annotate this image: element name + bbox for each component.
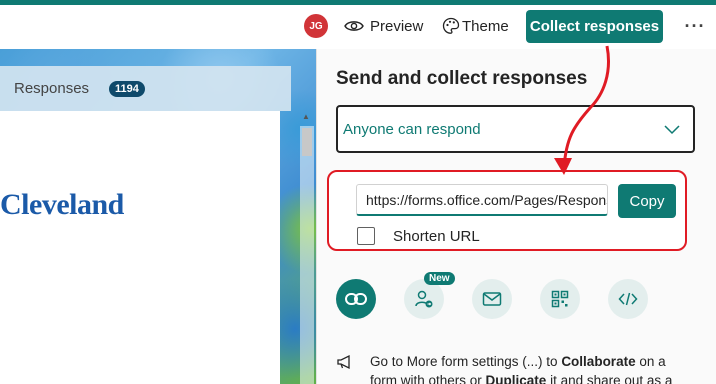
scroll-up-icon[interactable]: ▲: [302, 112, 310, 121]
share-collaborate-button[interactable]: [404, 279, 444, 319]
scrollbar-thumb[interactable]: [302, 128, 312, 156]
share-embed-button[interactable]: [608, 279, 648, 319]
avatar[interactable]: JG: [304, 14, 328, 38]
audience-selected-value: Anyone can respond: [343, 120, 481, 138]
qr-code-icon: [551, 290, 569, 308]
theme-label: Theme: [462, 17, 509, 35]
preview-button[interactable]: Preview: [344, 12, 423, 40]
form-canvas: [0, 111, 280, 384]
form-header-logo-text: Cleveland: [0, 188, 124, 221]
email-icon: [482, 292, 502, 306]
info-text-suffix: it and share out as a: [546, 373, 673, 384]
responses-label: Responses: [14, 80, 90, 97]
panel-title: Send and collect responses: [336, 68, 588, 89]
new-badge: New: [424, 272, 455, 285]
copy-button[interactable]: Copy: [618, 184, 676, 218]
share-url-field[interactable]: https://forms.office.com/Pages/ResponseP…: [356, 184, 608, 216]
collaborate-link: Collaborate: [561, 354, 636, 369]
info-message: Go to More form settings (...) to Collab…: [336, 352, 696, 384]
share-qr-button[interactable]: [540, 279, 580, 319]
more-options-icon[interactable]: ···: [684, 12, 706, 40]
responses-tab[interactable]: Responses 1194: [0, 66, 291, 111]
preview-label: Preview: [370, 17, 424, 35]
chevron-down-icon: [664, 125, 680, 135]
share-link-button[interactable]: [336, 279, 376, 319]
collect-responses-button[interactable]: Collect responses: [526, 10, 663, 43]
eye-icon: [344, 21, 364, 31]
theme-button[interactable]: Theme: [442, 12, 509, 40]
scrollbar-track[interactable]: [300, 126, 314, 384]
share-email-button[interactable]: [472, 279, 512, 319]
collaborate-icon: [415, 290, 433, 308]
shorten-url-checkbox[interactable]: [357, 227, 375, 245]
responses-count-badge: 1194: [109, 80, 145, 97]
megaphone-icon: [337, 354, 350, 370]
audience-dropdown[interactable]: Anyone can respond: [336, 105, 695, 153]
info-text-prefix: Go to More form settings (...) to: [370, 354, 562, 369]
embed-icon: [618, 292, 638, 306]
duplicate-link: Duplicate: [485, 373, 547, 384]
link-icon: [345, 293, 367, 305]
shorten-url-label: Shorten URL: [393, 228, 480, 245]
palette-icon: [442, 17, 460, 34]
